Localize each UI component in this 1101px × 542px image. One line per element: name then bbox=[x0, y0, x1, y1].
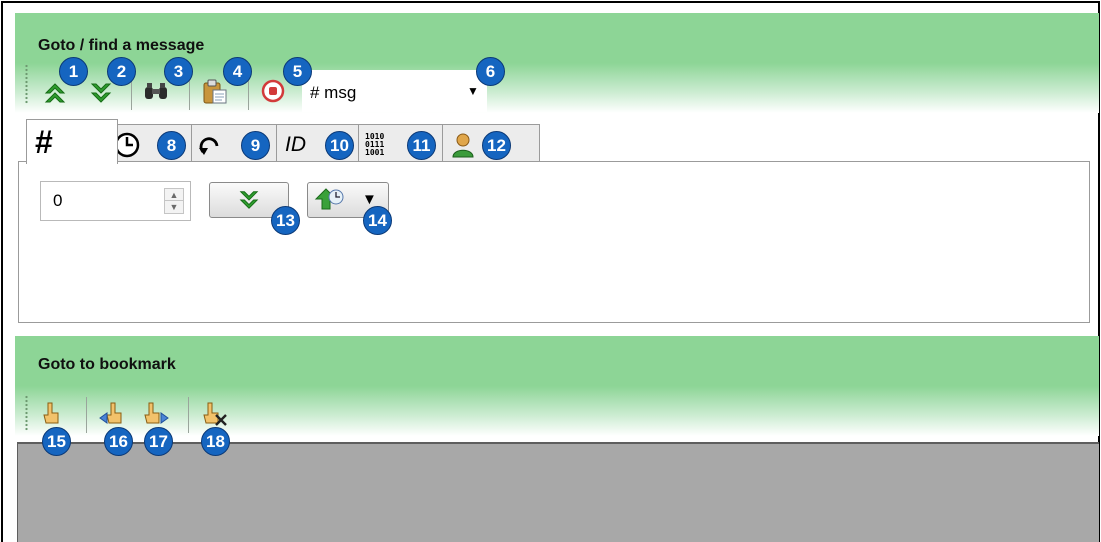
spin-down-icon[interactable]: ▼ bbox=[165, 201, 183, 213]
bookmark-list-area[interactable] bbox=[17, 442, 1099, 542]
spin-up-icon[interactable]: ▲ bbox=[165, 189, 183, 201]
goto-mode-value: # msg bbox=[310, 83, 357, 102]
callout-badge: 10 bbox=[325, 131, 354, 160]
binary-line: 1001 bbox=[365, 147, 385, 157]
callout-badge: 13 bbox=[271, 206, 300, 235]
callout-badge: 4 bbox=[223, 57, 252, 86]
callout-badge: 15 bbox=[42, 427, 71, 456]
tab-message-number[interactable]: # bbox=[26, 119, 118, 164]
callout-badge: 1 bbox=[59, 57, 88, 86]
user-icon bbox=[452, 133, 474, 157]
spinner-buttons: ▲ ▼ bbox=[164, 188, 184, 214]
binoculars-icon bbox=[145, 83, 167, 99]
toolbar-grip[interactable] bbox=[25, 64, 28, 104]
bookmark-panel-header: Goto to bookmark bbox=[15, 336, 1099, 436]
callout-badge: 17 bbox=[144, 427, 173, 456]
tab-time[interactable] bbox=[108, 124, 202, 164]
goto-mode-combo[interactable]: # msg ▼ bbox=[302, 70, 487, 112]
callout-badge: 12 bbox=[482, 131, 511, 160]
callout-badge: 11 bbox=[407, 131, 436, 160]
hand-pointer-icon bbox=[43, 402, 59, 424]
hand-next-icon bbox=[144, 402, 169, 424]
message-number-value: 0 bbox=[53, 191, 63, 210]
double-chevron-up-icon bbox=[44, 83, 66, 103]
message-number-spinner[interactable]: 0 ▲ ▼ bbox=[40, 181, 191, 221]
double-chevron-down-icon bbox=[239, 191, 259, 209]
double-chevron-down-icon bbox=[90, 83, 112, 103]
hash-icon: # bbox=[35, 124, 53, 160]
hand-previous-icon bbox=[99, 402, 122, 424]
callout-badge: 16 bbox=[104, 427, 133, 456]
stop-search-button[interactable] bbox=[258, 76, 288, 106]
callout-badge: 5 bbox=[283, 57, 312, 86]
next-message-button[interactable] bbox=[88, 78, 114, 108]
toolbar-separator bbox=[188, 397, 189, 433]
loop-arrow-icon bbox=[199, 136, 219, 155]
callout-badge: 18 bbox=[201, 427, 230, 456]
toolbar-grip[interactable] bbox=[25, 395, 28, 431]
hand-delete-icon bbox=[203, 402, 227, 426]
id-label: ID bbox=[285, 132, 306, 156]
clipboard-icon bbox=[203, 79, 227, 104]
callout-badge: 14 bbox=[363, 206, 392, 235]
callout-badge: 6 bbox=[476, 57, 505, 86]
callout-badge: 9 bbox=[241, 131, 270, 160]
next-bookmark-button[interactable] bbox=[140, 397, 170, 431]
goto-panel-title: Goto / find a message bbox=[38, 37, 205, 54]
previous-bookmark-button[interactable] bbox=[98, 397, 128, 431]
tab-id[interactable]: ID bbox=[276, 124, 370, 164]
find-message-button[interactable] bbox=[141, 78, 171, 106]
callout-badge: 8 bbox=[157, 131, 186, 160]
chevron-down-icon[interactable]: ▼ bbox=[467, 84, 479, 98]
toolbar-separator bbox=[86, 397, 87, 433]
callout-badge: 3 bbox=[164, 57, 193, 86]
stop-icon bbox=[261, 79, 285, 103]
tab-binary-data[interactable]: 1010 0111 1001 bbox=[358, 124, 453, 164]
clear-bookmarks-button[interactable] bbox=[198, 397, 230, 431]
tab-loop[interactable] bbox=[191, 124, 287, 164]
goto-bookmark-button[interactable] bbox=[37, 397, 65, 431]
clock-go-icon bbox=[314, 188, 344, 210]
bookmark-panel-title: Goto to bookmark bbox=[38, 356, 176, 373]
binary-icon: 1010 0111 1001 bbox=[365, 132, 385, 157]
callout-badge: 2 bbox=[107, 57, 136, 86]
